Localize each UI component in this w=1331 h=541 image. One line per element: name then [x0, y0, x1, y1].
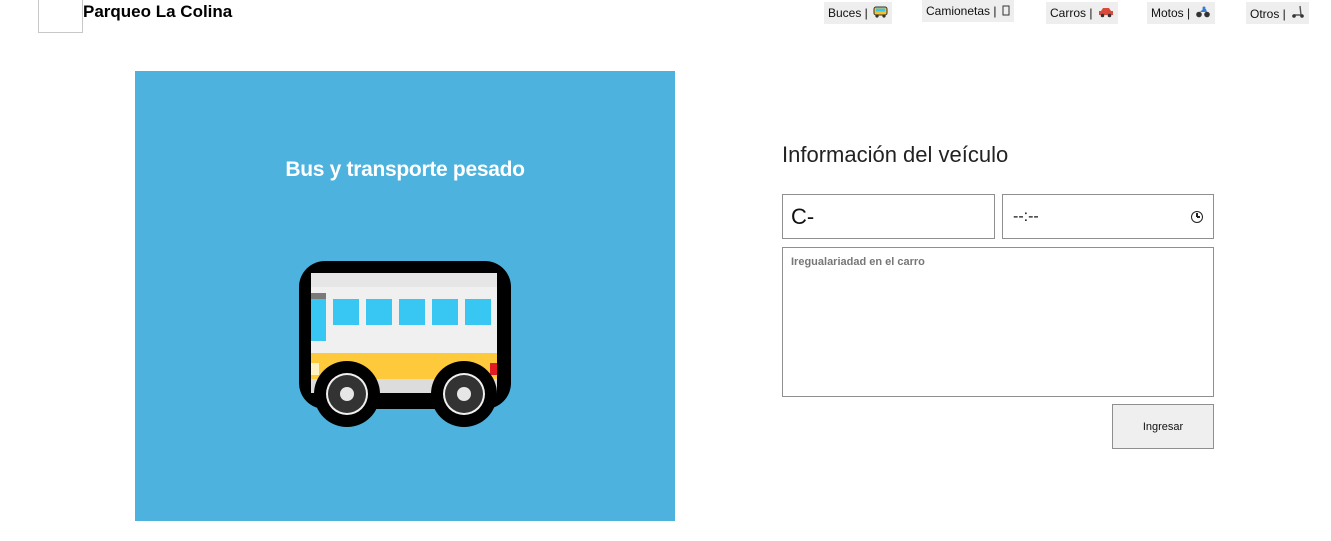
plate-input[interactable] [782, 194, 995, 239]
nav-item-label: Buces | [828, 6, 868, 20]
scooter-icon [1291, 5, 1305, 23]
van-icon [1002, 4, 1010, 20]
panel-title: Bus y transporte pesado [285, 158, 525, 181]
time-placeholder: --:-- [1013, 207, 1039, 225]
form-title: Información del veículo [782, 142, 1009, 167]
nav-item-buces[interactable]: Buces | [824, 2, 893, 24]
nav-item-camionetas[interactable]: Camionetas | [922, 0, 1014, 22]
nav-item-label: Otros | [1250, 7, 1286, 21]
motorcycle-icon [1195, 6, 1211, 22]
time-input[interactable]: --:-- [1002, 194, 1214, 239]
vehicle-type-panel: Bus y transporte pesado [135, 71, 675, 521]
bus-illustration [299, 261, 511, 427]
nav-item-motos[interactable]: Motos | [1147, 2, 1216, 24]
nav-item-carros[interactable]: Carros | [1046, 2, 1118, 24]
nav-item-label: Camionetas | [926, 4, 997, 18]
submit-button[interactable]: Ingresar [1112, 404, 1214, 449]
nav-item-otros[interactable]: Otros | [1246, 2, 1310, 24]
irregularity-textarea[interactable] [782, 247, 1214, 397]
nav-item-label: Motos | [1151, 6, 1191, 20]
clock-icon[interactable] [1191, 210, 1203, 223]
car-icon [1098, 6, 1114, 22]
nav-item-label: Carros | [1050, 6, 1093, 20]
top-nav: Buces | Camionetas | Carros | Motos | Ot… [0, 0, 1331, 30]
bus-icon [873, 6, 888, 22]
